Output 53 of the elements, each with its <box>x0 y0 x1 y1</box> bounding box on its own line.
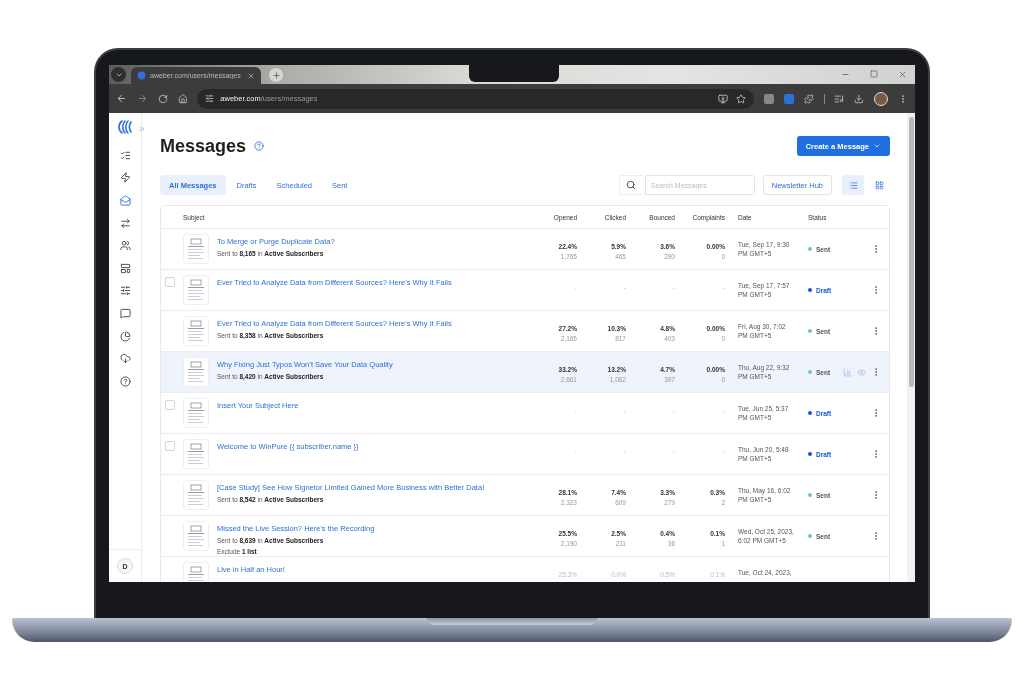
email-thumbnail <box>183 439 209 469</box>
star-icon[interactable] <box>735 93 746 104</box>
checkbox[interactable] <box>165 400 175 410</box>
close-icon[interactable] <box>898 70 907 79</box>
email-thumbnail <box>183 357 209 387</box>
email-thumbnail <box>183 398 209 428</box>
forward-icon[interactable] <box>136 93 148 104</box>
grid-icon <box>874 180 884 190</box>
scrollbar[interactable] <box>907 113 915 582</box>
list-view-button[interactable] <box>842 175 864 195</box>
envelope-icon[interactable] <box>119 195 131 206</box>
playlist-icon[interactable] <box>834 93 845 104</box>
pie-chart-icon[interactable] <box>119 330 131 342</box>
logo-icon[interactable] <box>117 119 133 135</box>
people-icon[interactable] <box>119 240 131 252</box>
plus-icon <box>271 70 281 80</box>
profile-avatar[interactable] <box>874 91 889 106</box>
monitor-icon[interactable] <box>717 93 728 104</box>
sliders-icon[interactable] <box>205 94 215 103</box>
new-tab-button[interactable] <box>269 68 283 82</box>
extension-icon[interactable] <box>763 93 774 104</box>
puzzle-icon[interactable] <box>803 93 814 104</box>
lightning-icon[interactable] <box>119 172 131 184</box>
search-button[interactable] <box>618 175 643 195</box>
download-icon[interactable] <box>854 93 865 104</box>
close-icon[interactable] <box>247 71 255 80</box>
maximize-icon[interactable] <box>870 70 878 78</box>
back-icon[interactable] <box>116 93 127 104</box>
chevron-down-icon <box>873 142 881 150</box>
extension-icon[interactable] <box>783 93 794 104</box>
email-thumbnail <box>183 316 209 346</box>
reload-icon[interactable] <box>157 93 168 104</box>
email-thumbnail <box>183 521 209 551</box>
email-thumbnail <box>183 275 209 305</box>
layout-icon[interactable] <box>119 262 131 274</box>
cloud-icon[interactable] <box>119 353 131 365</box>
tab-search-button[interactable] <box>111 67 126 82</box>
page-title: Messages <box>160 135 247 157</box>
checkbox[interactable] <box>165 277 175 287</box>
expand-icon[interactable] <box>138 125 146 133</box>
home-icon[interactable] <box>177 93 188 104</box>
sliders-icon[interactable] <box>119 285 131 297</box>
help-icon[interactable] <box>254 141 265 151</box>
favicon-icon <box>137 71 146 80</box>
arrows-icon[interactable] <box>119 217 131 229</box>
email-thumbnail <box>183 480 209 510</box>
chat-icon[interactable] <box>119 307 131 319</box>
checkbox[interactable] <box>165 441 175 451</box>
search-icon <box>626 180 637 190</box>
checklist-icon[interactable] <box>119 149 131 161</box>
list-icon <box>848 180 858 190</box>
help-icon[interactable] <box>119 375 131 387</box>
email-thumbnail <box>183 234 209 264</box>
